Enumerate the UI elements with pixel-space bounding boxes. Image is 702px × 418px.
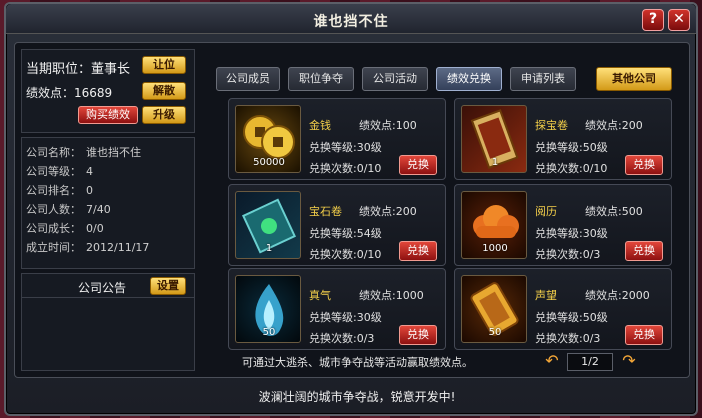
- item-points: 绩效点:2000: [585, 289, 650, 302]
- item-name: 阅历: [535, 205, 557, 218]
- window-title: 谁也挡不住: [313, 14, 389, 30]
- detail-value: 4: [86, 165, 93, 178]
- exchange-button[interactable]: 兑换: [625, 325, 663, 345]
- tab-perf-exchange[interactable]: 绩效兑换: [436, 67, 502, 91]
- perf-points-label: 绩效点：16689: [26, 86, 113, 100]
- detail-row: 公司排名： 0: [26, 182, 190, 201]
- item-count: 兑换次数:0/10: [535, 162, 608, 175]
- detail-value: 7/40: [86, 203, 111, 216]
- detail-row: 成立时间： 2012/11/17: [26, 239, 190, 258]
- help-button[interactable]: ?: [642, 9, 664, 31]
- position-label: 当期职位：董事长: [26, 62, 131, 77]
- item-quantity: 1: [491, 157, 499, 168]
- item-name: 宝石卷: [309, 205, 342, 218]
- item-count: 兑换次数:0/3: [535, 332, 601, 345]
- item-quantity: 1: [265, 243, 273, 254]
- detail-key: 公司名称：: [26, 146, 81, 159]
- detail-key: 公司成长：: [26, 222, 81, 235]
- exchange-button[interactable]: 兑换: [399, 155, 437, 175]
- prev-page-icon[interactable]: ↶: [541, 352, 563, 370]
- item-points: 绩效点:100: [359, 119, 417, 132]
- flame-icon: 50: [235, 275, 301, 343]
- item-count: 兑换次数:0/3: [309, 332, 375, 345]
- item-count: 兑换次数:0/10: [309, 162, 382, 175]
- coins-icon: 50000: [235, 105, 301, 173]
- item-name: 金钱: [309, 119, 331, 132]
- notice-setting-button[interactable]: 设置: [150, 277, 186, 295]
- detail-row: 公司名称： 谁也挡不住: [26, 144, 190, 163]
- other-company-button[interactable]: 其他公司: [596, 67, 672, 91]
- item-level: 兑换等级:54级: [309, 227, 382, 240]
- exchange-item: 50000 金钱 绩效点:100 兑换等级:30级 兑换次数:0/10 兑换: [228, 98, 446, 180]
- item-level: 兑换等级:50级: [535, 311, 608, 324]
- position-box: 当期职位：董事长 绩效点：16689 让位 解散 购买绩效 升级: [21, 49, 195, 133]
- upgrade-button[interactable]: 升级: [142, 106, 186, 124]
- company-window: 谁也挡不住 ? ✕ 当期职位：董事长 绩效点：16689 让位 解散 购买绩效 …: [4, 2, 698, 416]
- item-level: 兑换等级:30级: [309, 311, 382, 324]
- exchange-item: 1 宝石卷 绩效点:200 兑换等级:54级 兑换次数:0/10 兑换: [228, 184, 446, 266]
- item-points: 绩效点:500: [585, 205, 643, 218]
- item-count: 兑换次数:0/3: [535, 248, 601, 261]
- title-bar: 谁也挡不住 ? ✕: [6, 4, 696, 34]
- detail-value: 0: [86, 184, 93, 197]
- exchange-item: 50 真气 绩效点:1000 兑换等级:30级 兑换次数:0/3 兑换: [228, 268, 446, 350]
- detail-key: 公司排名：: [26, 184, 81, 197]
- tab-members[interactable]: 公司成员: [216, 67, 280, 91]
- exchange-item: 1 探宝卷 绩效点:200 兑换等级:50级 兑换次数:0/10 兑换: [454, 98, 672, 180]
- exchange-item: 1000 阅历 绩效点:500 兑换等级:30级 兑换次数:0/3 兑换: [454, 184, 672, 266]
- exchange-item: 50 声望 绩效点:2000 兑换等级:50级 兑换次数:0/3 兑换: [454, 268, 672, 350]
- footer-text: 波澜壮阔的城市争夺战，锐意开发中!: [258, 390, 456, 404]
- item-points: 绩效点:200: [359, 205, 417, 218]
- item-name: 声望: [535, 289, 557, 302]
- company-details: 公司名称： 谁也挡不住 公司等级： 4 公司排名： 0 公司人数： 7/40 公司成长：…: [21, 137, 195, 269]
- dismiss-button[interactable]: 解散: [142, 82, 186, 100]
- notice-header: 公司公告 设置: [22, 274, 194, 298]
- item-quantity: 50: [488, 327, 502, 338]
- tab-position[interactable]: 职位争夺: [288, 67, 354, 91]
- hint-text: 可通过大逃杀、城市争夺战等活动赢取绩效点。: [242, 356, 473, 369]
- detail-key: 公司等级：: [26, 165, 81, 178]
- item-points: 绩效点:200: [585, 119, 643, 132]
- notice-label: 公司公告: [78, 281, 127, 295]
- item-quantity: 1000: [482, 243, 508, 254]
- detail-value: 0/0: [86, 222, 104, 235]
- item-name: 探宝卷: [535, 119, 568, 132]
- buy-perf-button[interactable]: 购买绩效: [78, 106, 138, 124]
- resign-button[interactable]: 让位: [142, 56, 186, 74]
- exchange-button[interactable]: 兑换: [399, 241, 437, 261]
- cloud-icon: 1000: [461, 191, 527, 259]
- exchange-button[interactable]: 兑换: [625, 155, 663, 175]
- detail-value: 2012/11/17: [86, 241, 150, 254]
- item-level: 兑换等级:30级: [309, 141, 382, 154]
- detail-row: 公司等级： 4: [26, 163, 190, 182]
- item-name: 真气: [309, 289, 331, 302]
- item-level: 兑换等级:50级: [535, 141, 608, 154]
- notice-box: 公司公告 设置: [21, 273, 195, 371]
- tab-activities[interactable]: 公司活动: [362, 67, 428, 91]
- token-icon: 50: [461, 275, 527, 343]
- item-count: 兑换次数:0/10: [309, 248, 382, 261]
- item-points: 绩效点:1000: [359, 289, 424, 302]
- item-quantity: 50000: [253, 157, 285, 168]
- detail-key: 公司人数：: [26, 203, 81, 216]
- detail-key: 成立时间：: [26, 241, 81, 254]
- treasure-scroll-icon: 1: [461, 105, 527, 173]
- detail-row: 公司成长： 0/0: [26, 220, 190, 239]
- page-indicator: 1/2: [567, 353, 613, 371]
- exchange-button[interactable]: 兑换: [399, 325, 437, 345]
- item-level: 兑换等级:30级: [535, 227, 608, 240]
- next-page-icon[interactable]: ↷: [618, 352, 640, 370]
- gem-scroll-icon: 1: [235, 191, 301, 259]
- tab-applications[interactable]: 申请列表: [510, 67, 576, 91]
- company-info-panel: 当期职位：董事长 绩效点：16689 让位 解散 购买绩效 升级 公司名称： 谁也…: [21, 49, 195, 371]
- detail-value: 谁也挡不住: [86, 146, 141, 159]
- detail-row: 公司人数： 7/40: [26, 201, 190, 220]
- item-quantity: 50: [262, 327, 276, 338]
- close-button[interactable]: ✕: [668, 9, 690, 31]
- exchange-button[interactable]: 兑换: [625, 241, 663, 261]
